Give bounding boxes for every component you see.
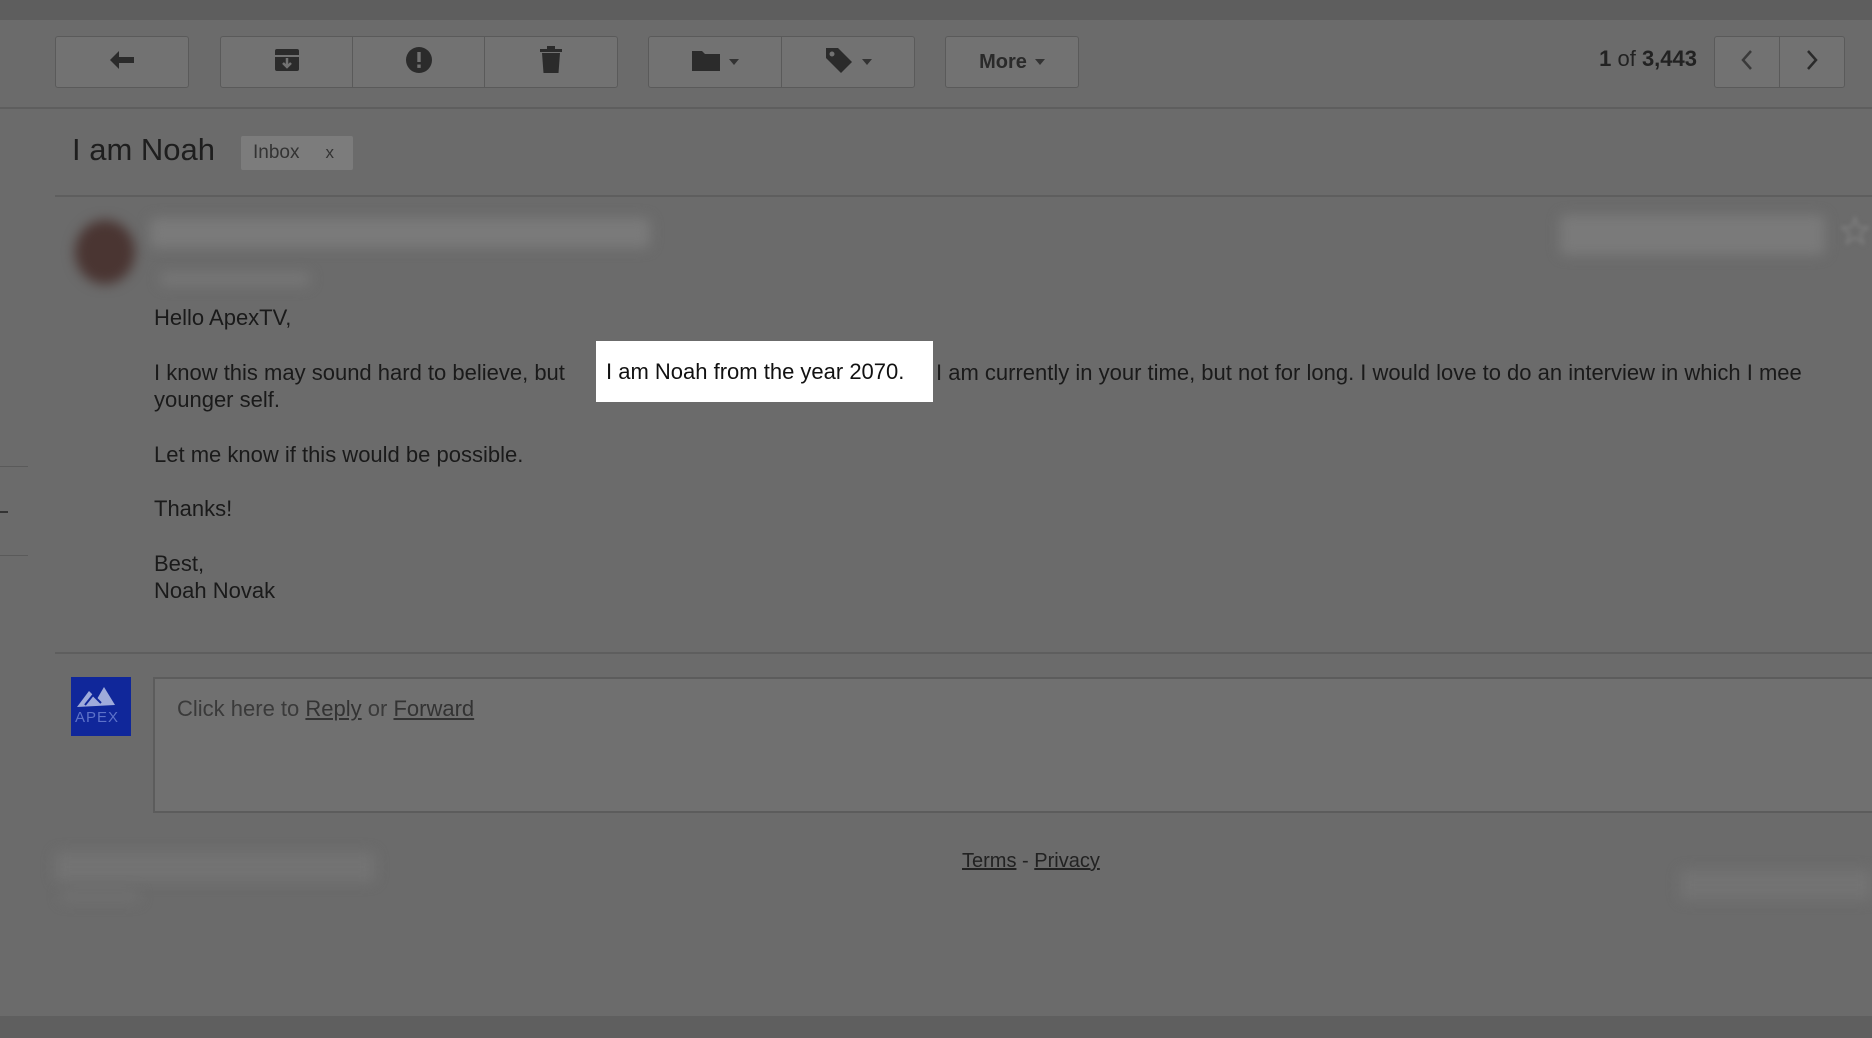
email-signoff: Best, xyxy=(154,551,205,576)
pager-of: of xyxy=(1617,46,1636,71)
archive-button[interactable] xyxy=(221,37,353,87)
sender-info-redacted xyxy=(150,218,650,248)
pager-nav xyxy=(1714,36,1845,88)
email-paragraph-1-start: I know this may sound hard to believe, b… xyxy=(154,360,565,385)
highlighted-sentence: I am Noah from the year 2070. xyxy=(596,341,933,402)
footer-right-redacted xyxy=(1680,870,1872,900)
toolbar-divider xyxy=(0,107,1872,109)
chevron-right-icon xyxy=(1805,49,1819,76)
chevron-down-icon xyxy=(728,59,739,65)
more-label: More xyxy=(979,50,1027,73)
organize-button-group xyxy=(648,36,915,88)
sidebar-edge-line xyxy=(0,466,28,467)
newer-button[interactable] xyxy=(1715,37,1780,87)
top-bar xyxy=(0,0,1872,20)
trash-icon xyxy=(539,45,563,79)
sidebar-edge-line-2 xyxy=(0,555,28,556)
bottom-bar xyxy=(0,1016,1872,1038)
reply-button[interactable] xyxy=(55,36,189,88)
footer-left-redacted-2 xyxy=(60,890,140,902)
pager-total: 3,443 xyxy=(1641,46,1697,71)
apex-avatar: APEX xyxy=(71,677,131,736)
tag-icon xyxy=(824,46,854,79)
email-greeting: Hello ApexTV, xyxy=(154,305,292,330)
email-paragraph-2: Let me know if this would be possible. xyxy=(154,442,524,467)
forward-link[interactable]: Forward xyxy=(393,696,474,721)
older-button[interactable] xyxy=(1780,37,1845,87)
folder-icon xyxy=(691,48,721,77)
highlighted-text: I am Noah from the year 2070. xyxy=(606,359,905,384)
sender-avatar xyxy=(75,220,135,284)
label-name: Inbox xyxy=(253,142,300,163)
action-button-group xyxy=(220,36,618,88)
star-icon[interactable] xyxy=(1839,215,1871,251)
footer-links: Terms - Privacy xyxy=(962,850,1100,873)
reply-link[interactable]: Reply xyxy=(305,696,361,721)
move-to-button[interactable] xyxy=(649,37,782,87)
report-spam-button[interactable] xyxy=(353,37,485,87)
footer-separator: - xyxy=(1022,850,1029,872)
remove-label-button[interactable]: x xyxy=(325,143,334,163)
body-divider xyxy=(55,652,1872,654)
more-button[interactable]: More xyxy=(945,36,1079,88)
labels-button[interactable] xyxy=(782,37,915,87)
email-paragraph-1-end: I am currently in your time, but not for… xyxy=(936,360,1802,385)
email-paragraph-3: Thanks! xyxy=(154,496,233,521)
subject-divider xyxy=(55,195,1872,197)
reply-box[interactable]: Click here to Reply or Forward xyxy=(153,677,1872,813)
archive-icon xyxy=(273,47,301,78)
email-subject: I am Noah xyxy=(72,132,216,167)
privacy-link[interactable]: Privacy xyxy=(1034,850,1100,872)
email-paragraph-1-line2: younger self. xyxy=(154,387,280,412)
pager-current: 1 xyxy=(1599,46,1612,71)
date-redacted xyxy=(1560,215,1825,255)
reply-prompt: Click here to Reply or Forward xyxy=(177,696,474,722)
sidebar-edge-dash xyxy=(0,511,8,513)
reply-arrow-icon xyxy=(107,49,137,76)
chevron-down-icon xyxy=(861,59,872,65)
terms-link[interactable]: Terms xyxy=(962,850,1016,872)
chevron-left-icon xyxy=(1740,49,1754,76)
inbox-label-chip: Inbox x xyxy=(241,136,353,170)
pager-count: 1 of 3,443 xyxy=(1599,46,1697,72)
report-spam-icon xyxy=(405,46,433,79)
chevron-down-icon xyxy=(1034,59,1045,65)
reply-prefix: Click here to xyxy=(177,696,300,721)
reply-or: or xyxy=(367,696,388,721)
email-signature: Noah Novak xyxy=(154,578,276,603)
avatar-text: APEX xyxy=(75,709,120,726)
sender-detail-redacted xyxy=(160,272,310,286)
footer-left-redacted xyxy=(55,852,375,882)
delete-button[interactable] xyxy=(485,37,617,87)
